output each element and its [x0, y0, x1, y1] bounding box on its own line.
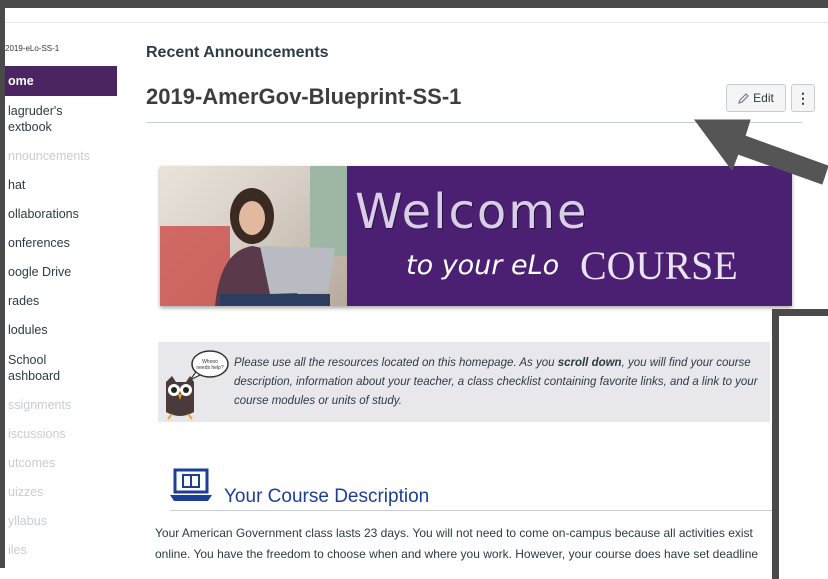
- notice-text-part: Please use all the resources located on …: [234, 357, 558, 369]
- sidebar-item-label: lagruder's: [8, 104, 63, 118]
- page-title: 2019-AmerGov-Blueprint-SS-1: [146, 84, 462, 109]
- course-description-text: Your American Government class lasts 23 …: [155, 523, 795, 565]
- overlay-frame: [772, 309, 828, 579]
- sidebar-item-assignments[interactable]: ssignments: [5, 391, 117, 420]
- svg-text:needs help?: needs help?: [196, 365, 223, 371]
- sidebar-item-discussions[interactable]: iscussions: [5, 420, 117, 449]
- help-notice-box: Whooo needs help? Please use all the res…: [158, 342, 770, 422]
- kebab-menu-icon: ⋮: [796, 89, 810, 106]
- sidebar-item-announcements[interactable]: nnouncements: [5, 142, 117, 171]
- description-line: Your American Government class lasts 23 …: [155, 526, 753, 540]
- sidebar-item-collaborations[interactable]: ollaborations: [5, 200, 117, 229]
- sidebar-item-label: School: [8, 353, 47, 367]
- sidebar-item-quizzes[interactable]: uizzes: [5, 478, 117, 507]
- pencil-icon: [738, 93, 749, 104]
- sidebar-item-files[interactable]: iles: [5, 536, 117, 565]
- banner-course-text: COURSE: [580, 243, 738, 288]
- sidebar-item-chat[interactable]: hat: [5, 171, 117, 200]
- screen-frame-top: [0, 0, 828, 8]
- section-divider: [170, 510, 782, 511]
- student-with-laptop-photo: [160, 166, 347, 306]
- sidebar-item-syllabus[interactable]: yllabus: [5, 507, 117, 536]
- sidebar-item-home[interactable]: ome: [5, 66, 117, 96]
- description-line: online. You have the freedom to choose w…: [155, 547, 759, 561]
- sidebar-item-grades[interactable]: rades: [5, 287, 117, 316]
- header-divider: [5, 22, 828, 23]
- notice-bold-text: scroll down: [557, 357, 622, 369]
- sidebar-item-school-dashboard[interactable]: School ashboard: [5, 345, 117, 391]
- edit-button-label: Edit: [753, 91, 774, 105]
- course-code-label: 2019-eLo-SS-1: [5, 44, 60, 53]
- banner-welcome-text: Welcome: [355, 184, 589, 240]
- course-navigation: ome lagruder's extbook nnouncements hat o…: [5, 66, 117, 565]
- sidebar-item-textbook[interactable]: lagruder's extbook: [5, 96, 117, 142]
- recent-announcements-link[interactable]: Recent Announcements: [146, 44, 329, 62]
- sidebar-item-conferences[interactable]: onferences: [5, 229, 117, 258]
- pointer-arrow-icon: [694, 119, 828, 185]
- laptop-book-icon: [170, 468, 212, 501]
- owl-icon: Whooo needs help?: [166, 350, 229, 420]
- sidebar-item-google-drive[interactable]: oogle Drive: [5, 258, 117, 287]
- banner-subtitle-text: to your eLo: [406, 250, 560, 281]
- course-description-heading: Your Course Description: [224, 486, 430, 507]
- sidebar-item-outcomes[interactable]: utcomes: [5, 449, 117, 478]
- sidebar-item-label: ashboard: [8, 369, 61, 383]
- sidebar-item-modules[interactable]: lodules: [5, 316, 117, 345]
- help-notice-text: Please use all the resources located on …: [234, 354, 774, 411]
- sidebar-item-label: extbook: [8, 120, 52, 134]
